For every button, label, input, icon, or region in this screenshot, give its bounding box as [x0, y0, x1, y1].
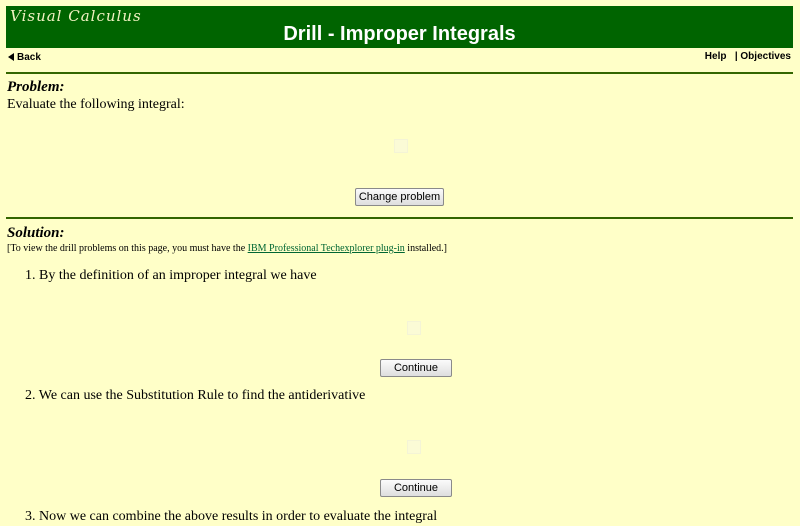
problem-instruction: Evaluate the following integral: [7, 97, 185, 112]
continue-button-1[interactable]: Continue [380, 359, 452, 377]
nav-separator: | [734, 51, 738, 62]
continue-button-2[interactable]: Continue [380, 479, 452, 497]
step-1-equation-placeholder [407, 321, 421, 335]
step-2-equation-placeholder [407, 440, 421, 454]
problem-heading: Problem: [7, 79, 65, 95]
solution-step-1: 1. By the definition of an improper inte… [25, 268, 317, 283]
page-title: Drill - Improper Integrals [283, 23, 516, 45]
problem-equation-placeholder [394, 139, 408, 153]
plugin-note-prefix: [To view the drill problems on this page… [7, 243, 248, 254]
back-label: Back [17, 52, 41, 63]
top-nav-links: Help | Objectives [705, 51, 791, 62]
help-link[interactable]: Help [705, 51, 727, 62]
divider-middle [6, 217, 793, 219]
solution-step-2: 2. We can use the Substitution Rule to f… [25, 388, 366, 403]
change-problem-button[interactable]: Change problem [355, 188, 444, 206]
techexplorer-plugin-link[interactable]: IBM Professional Techexplorer plug-in [248, 243, 405, 254]
solution-step-3: 3. Now we can combine the above results … [25, 509, 438, 524]
divider-top [6, 72, 793, 74]
solution-heading: Solution: [7, 225, 65, 241]
back-link[interactable]: Back [8, 52, 41, 63]
plugin-note-suffix: installed.] [404, 243, 448, 254]
back-arrow-icon [8, 53, 14, 61]
header-banner: Visual Calculus Drill - Improper Integra… [6, 6, 793, 48]
plugin-note: [To view the drill problems on this page… [7, 243, 447, 254]
objectives-link[interactable]: Objectives [740, 51, 791, 62]
